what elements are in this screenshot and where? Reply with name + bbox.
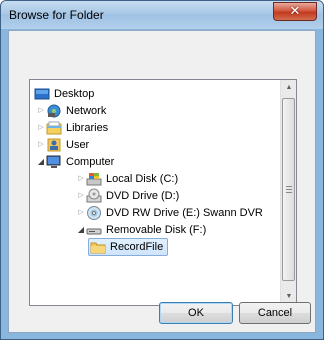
tree-item[interactable]: ▷ Network (30, 103, 280, 119)
tree-item-label: Libraries (66, 122, 109, 134)
window-title: Browse for Folder (9, 8, 104, 22)
collapse-arrow-icon[interactable]: ◢ (76, 222, 86, 238)
tree-item-label: Removable Disk (F:) (106, 224, 207, 236)
tree-item[interactable]: ▷ DVD Drive (D:) (30, 188, 280, 204)
expand-arrow-icon[interactable]: ▷ (76, 205, 86, 221)
tree-item-label: DVD RW Drive (E:) Swann DVR (106, 207, 263, 219)
expand-arrow-icon[interactable]: ▷ (76, 171, 86, 187)
expand-arrow-icon[interactable]: ▷ (36, 137, 46, 153)
tree-item-label: Network (66, 105, 107, 117)
tree-item[interactable]: ▷ Libraries (30, 120, 280, 136)
tree-item[interactable]: ◢ Removable Disk (F:) (30, 222, 280, 238)
removable-disk-icon (86, 222, 102, 238)
scroll-grip-line (286, 189, 292, 190)
desktop-icon (34, 86, 50, 102)
tree-item-label: Desktop (54, 88, 95, 100)
tree-item-label: Computer (66, 156, 115, 168)
user-folder-icon (46, 137, 62, 153)
cancel-button[interactable]: Cancel (239, 302, 311, 324)
close-icon: ✕ (289, 3, 301, 18)
folder-tree-items: Desktop ▷ Network ▷ Libraries ▷ User ◢ Computer ▷… (30, 80, 281, 305)
dialog-client-area: Desktop ▷ Network ▷ Libraries ▷ User ◢ Computer ▷… (8, 30, 316, 333)
scroll-grip-line (286, 192, 292, 193)
tree-item[interactable]: ▷ Local Disk (C:) (30, 171, 280, 187)
tree-item[interactable]: Desktop (30, 86, 280, 102)
tree-item-label: User (66, 139, 90, 151)
tree-item-label: DVD Drive (D:) (106, 190, 180, 202)
expand-arrow-icon[interactable]: ▷ (36, 120, 46, 136)
tree-item[interactable]: ▷ User (30, 137, 280, 153)
vertical-scrollbar[interactable]: ▲ ▼ (280, 80, 296, 305)
ok-button[interactable]: OK (159, 302, 233, 324)
computer-icon (46, 154, 62, 170)
close-button[interactable]: ✕ (273, 2, 317, 21)
tree-item-label: Local Disk (C:) (106, 173, 179, 185)
tree-item[interactable]: ▷ DVD RW Drive (E:) Swann DVR (30, 205, 280, 221)
tree-item[interactable]: ◢ Computer (30, 154, 280, 170)
title-bar[interactable]: Browse for Folder ✕ (1, 1, 323, 29)
expand-arrow-icon[interactable]: ▷ (76, 188, 86, 204)
tree-item-label: RecordFile (110, 241, 164, 253)
browse-for-folder-dialog: Browse for Folder ✕ Desktop ▷ Network ▷ Libr… (0, 0, 324, 340)
libraries-icon (46, 120, 62, 136)
folder-tree[interactable]: Desktop ▷ Network ▷ Libraries ▷ User ◢ Computer ▷… (29, 79, 297, 306)
dvd-drive-icon (86, 188, 102, 204)
scroll-up-button[interactable]: ▲ (281, 80, 296, 96)
scroll-grip-line (286, 186, 292, 187)
dvd-rw-drive-icon (86, 205, 102, 221)
scroll-thumb[interactable] (282, 98, 295, 281)
folder-icon (90, 239, 106, 255)
network-icon (46, 103, 62, 119)
expand-arrow-icon[interactable]: ▷ (36, 103, 46, 119)
collapse-arrow-icon[interactable]: ◢ (36, 154, 46, 170)
local-disk-icon (86, 171, 102, 187)
tree-item[interactable]: RecordFile (30, 238, 280, 256)
